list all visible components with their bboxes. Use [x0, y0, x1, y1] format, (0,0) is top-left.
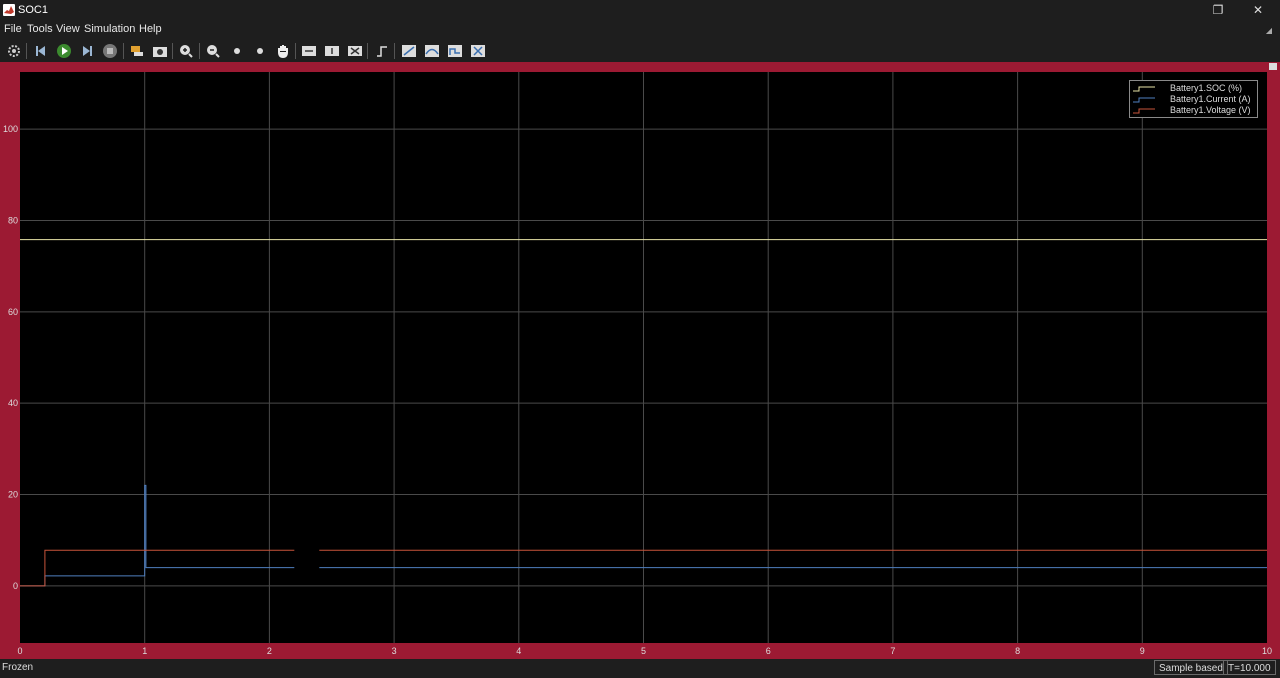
snapshot-icon[interactable]: [152, 43, 168, 59]
toolbar-separator: [26, 43, 27, 59]
close-button[interactable]: ✕: [1248, 2, 1268, 18]
y-tick-label: 60: [8, 307, 18, 317]
x-tick-label: 7: [890, 646, 895, 656]
scope-frame: 0 1 2 3 4 5 6 7 8 9 10 0 20 40 60 80 100 Battery1.SOC (%…: [0, 62, 1280, 659]
legend-entry-current[interactable]: Battery1.Current (A): [1130, 94, 1257, 105]
run-icon[interactable]: [56, 43, 72, 59]
y-tick-label: 100: [3, 124, 18, 134]
peak-finder-icon[interactable]: [447, 43, 463, 59]
legend-label-voltage: Battery1.Voltage (V): [1170, 105, 1251, 115]
x-tick-label: 4: [516, 646, 521, 656]
x-tick-label: 3: [392, 646, 397, 656]
y-tick-label: 40: [8, 398, 18, 408]
scale-y-icon[interactable]: [347, 43, 363, 59]
stop-icon[interactable]: [102, 43, 118, 59]
toolbar-separator: [367, 43, 368, 59]
x-tick-label: 0: [17, 646, 22, 656]
x-tick-label: 1: [142, 646, 147, 656]
toolbar-separator: [172, 43, 173, 59]
menu-help[interactable]: Help: [139, 23, 162, 35]
x-tick-label: 2: [267, 646, 272, 656]
legend[interactable]: Battery1.SOC (%) Battery1.Current (A) Ba…: [1129, 80, 1258, 118]
step-back-icon[interactable]: [33, 43, 49, 59]
settings-icon[interactable]: [6, 43, 22, 59]
highlight-block-icon[interactable]: [129, 43, 145, 59]
zoom-in-icon[interactable]: [178, 43, 194, 59]
zoom-x-icon[interactable]: [229, 43, 245, 59]
legend-label-current: Battery1.Current (A): [1170, 94, 1251, 104]
menu-tools[interactable]: Tools: [27, 23, 53, 35]
bilevel-measurements-icon[interactable]: [470, 43, 486, 59]
y-tick-label: 20: [8, 490, 18, 500]
triggers-icon[interactable]: [374, 43, 390, 59]
x-tick-label: 9: [1140, 646, 1145, 656]
menu-file[interactable]: File: [4, 23, 22, 35]
signal-statistics-icon[interactable]: [424, 43, 440, 59]
legend-label-soc: Battery1.SOC (%): [1170, 83, 1243, 93]
status-time: T=10.000: [1223, 660, 1276, 675]
dock-arrow-icon[interactable]: ◢: [1266, 26, 1272, 35]
cursor-measurements-icon[interactable]: [401, 43, 417, 59]
y-tick-label: 0: [13, 581, 18, 591]
matlab-logo-icon: [3, 4, 15, 16]
toolbar: [0, 40, 1280, 62]
toolbar-separator: [394, 43, 395, 59]
legend-entry-voltage[interactable]: Battery1.Voltage (V): [1130, 105, 1257, 116]
toolbar-separator: [123, 43, 124, 59]
menu-view[interactable]: View: [56, 23, 80, 35]
window-title: SOC1: [18, 4, 48, 16]
x-tick-label: 5: [641, 646, 646, 656]
y-tick-label: 80: [8, 215, 18, 225]
zoom-y-icon[interactable]: [252, 43, 268, 59]
pan-icon[interactable]: [275, 43, 291, 59]
menu-bar: File Tools View Simulation Help ◢: [0, 21, 1280, 39]
toolbar-separator: [199, 43, 200, 59]
restore-button[interactable]: ❐: [1208, 2, 1228, 18]
plot-axes[interactable]: 0 1 2 3 4 5 6 7 8 9 10020406080100: [0, 62, 1280, 659]
x-tick-label: 6: [766, 646, 771, 656]
status-bar: Frozen Sample based T=10.000: [0, 659, 1280, 678]
title-bar: SOC1 ❐ ✕: [0, 0, 1280, 21]
menu-simulation[interactable]: Simulation: [84, 23, 135, 35]
zoom-out-icon[interactable]: [205, 43, 221, 59]
x-tick-label: 8: [1015, 646, 1020, 656]
status-state: Frozen: [2, 662, 34, 673]
step-forward-icon[interactable]: [79, 43, 95, 59]
toolbar-separator: [295, 43, 296, 59]
scale-x-icon[interactable]: [324, 43, 340, 59]
status-mode: Sample based: [1154, 660, 1228, 675]
fit-to-view-icon[interactable]: [301, 43, 317, 59]
legend-entry-soc[interactable]: Battery1.SOC (%): [1130, 83, 1257, 94]
x-tick-label: 10: [1262, 646, 1272, 656]
